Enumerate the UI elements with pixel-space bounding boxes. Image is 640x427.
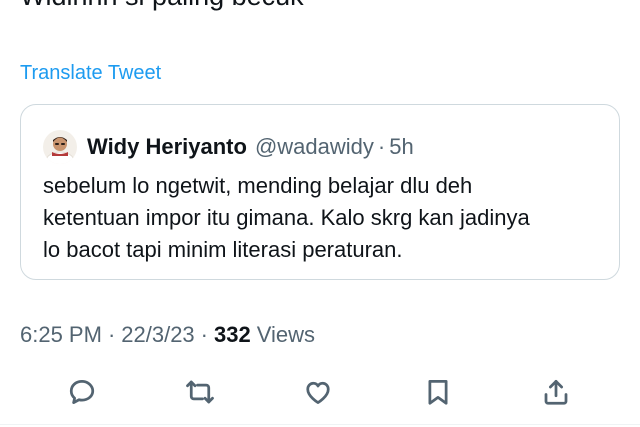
quoted-text-line: lo bacot tapi minim literasi peraturan. xyxy=(43,237,403,262)
tweet-actions-bar xyxy=(0,370,640,414)
tweet-text: Widihhh si paling becuk xyxy=(20,0,304,14)
divider xyxy=(0,424,640,425)
tweet-time[interactable]: 6:25 PM xyxy=(20,322,102,348)
avatar[interactable] xyxy=(43,130,77,164)
quoted-text-line: ketentuan impor itu gimana. Kalo skrg ka… xyxy=(43,205,530,230)
like-icon xyxy=(306,381,330,404)
separator-dot: · xyxy=(200,322,208,347)
like-button[interactable] xyxy=(300,374,336,410)
quoted-tweet-card[interactable]: Widy Heriyanto @wadawidy · 5h sebelum lo… xyxy=(20,104,620,280)
share-icon xyxy=(544,380,568,405)
share-button[interactable] xyxy=(538,374,574,410)
views-count[interactable]: 332 xyxy=(214,322,251,348)
tweet-meta: 6:25 PM · 22/3/23 · 332 Views xyxy=(20,322,315,348)
quoted-tweet-text: sebelum lo ngetwit, mending belajar dlu … xyxy=(43,170,603,266)
reply-icon xyxy=(69,380,95,404)
retweet-button[interactable] xyxy=(182,374,218,410)
views-label[interactable]: Views xyxy=(257,322,315,348)
quoted-author-handle[interactable]: @wadawidy xyxy=(255,134,374,160)
translate-tweet-link[interactable]: Translate Tweet xyxy=(20,62,161,85)
tweet-date[interactable]: 22/3/23 xyxy=(121,322,194,348)
quoted-author-name[interactable]: Widy Heriyanto xyxy=(87,134,247,160)
separator-dot: · xyxy=(107,322,116,347)
retweet-icon xyxy=(186,380,214,404)
bookmark-icon xyxy=(428,380,448,405)
reply-button[interactable] xyxy=(64,374,100,410)
bookmark-button[interactable] xyxy=(420,374,456,410)
quoted-timestamp[interactable]: 5h xyxy=(389,134,413,160)
tweet-detail: Widihhh si paling becuk Translate Tweet … xyxy=(0,0,640,427)
quoted-text-line: sebelum lo ngetwit, mending belajar dlu … xyxy=(43,173,473,198)
quoted-tweet-header: Widy Heriyanto @wadawidy · 5h xyxy=(43,129,414,165)
separator-dot: · xyxy=(377,134,386,159)
